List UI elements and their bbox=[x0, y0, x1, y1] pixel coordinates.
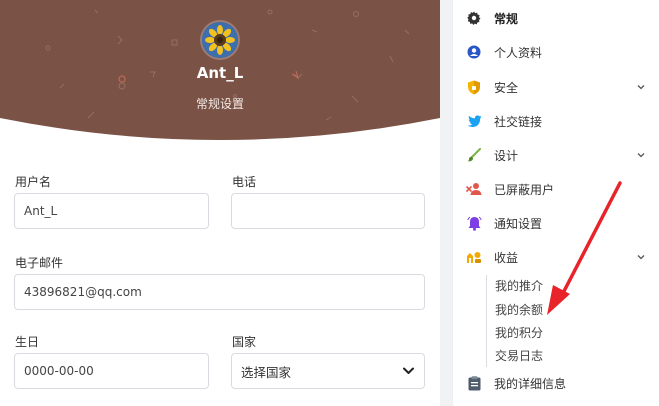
chevron-down-icon[interactable] bbox=[636, 150, 646, 160]
birthday-value: 0000-00-00 bbox=[24, 364, 94, 378]
sub-item-transaction-log[interactable]: 交易日志 bbox=[495, 347, 543, 364]
birthday-label: 生日 bbox=[15, 335, 40, 349]
chevron-down-icon[interactable] bbox=[636, 252, 646, 262]
username-value: Ant_L bbox=[24, 204, 58, 218]
sidebar-item-label: 我的详细信息 bbox=[494, 376, 567, 391]
username-field[interactable]: Ant_L bbox=[14, 193, 209, 229]
sidebar-item-general[interactable]: 常规 bbox=[453, 3, 659, 33]
chevron-down-icon[interactable] bbox=[636, 82, 646, 92]
country-label: 国家 bbox=[232, 335, 257, 349]
birthday-field[interactable]: 0000-00-00 bbox=[14, 353, 209, 389]
page-title: 常规设置 bbox=[195, 97, 244, 111]
settings-page: Ant_L 常规设置 用户名 Ant_L 电话 电子邮件 43896821@qq… bbox=[0, 0, 659, 406]
settings-sidebar: 常规 个人资料 安全 社交链接 设计 已屏蔽用户 通知设置 收益 我的推介 我的… bbox=[452, 0, 659, 406]
username-label: 用户名 bbox=[15, 175, 52, 189]
shield-icon bbox=[466, 79, 482, 95]
sidebar-item-profile[interactable]: 个人资料 bbox=[453, 37, 659, 67]
sidebar-item-label: 收益 bbox=[494, 250, 519, 265]
sidebar-item-label: 通知设置 bbox=[494, 216, 543, 231]
sunflower-avatar-icon bbox=[202, 22, 238, 58]
bell-icon bbox=[466, 215, 482, 231]
sidebar-item-notifications[interactable]: 通知设置 bbox=[453, 208, 659, 238]
sidebar-item-security[interactable]: 安全 bbox=[453, 72, 659, 102]
sidebar-item-label: 已屏蔽用户 bbox=[494, 182, 555, 197]
blocked-user-icon bbox=[466, 181, 482, 197]
brush-icon bbox=[466, 147, 482, 163]
sidebar-item-blocked-users[interactable]: 已屏蔽用户 bbox=[453, 174, 659, 204]
twitter-icon bbox=[466, 113, 482, 129]
sidebar-item-label: 社交链接 bbox=[494, 114, 543, 129]
sidebar-item-label: 个人资料 bbox=[494, 45, 543, 60]
earnings-icon bbox=[466, 249, 482, 265]
avatar[interactable] bbox=[202, 22, 238, 58]
sidebar-item-my-details[interactable]: 我的详细信息 bbox=[453, 368, 659, 398]
sidebar-item-label: 设计 bbox=[494, 148, 519, 163]
sub-item-balance[interactable]: 我的余额 bbox=[495, 301, 543, 318]
subnav-divider bbox=[486, 275, 487, 367]
email-label: 电子邮件 bbox=[15, 256, 64, 270]
sidebar-item-label: 常规 bbox=[494, 11, 519, 26]
email-field[interactable]: 43896821@qq.com bbox=[14, 274, 425, 310]
clipboard-icon bbox=[466, 375, 482, 391]
profile-banner: Ant_L 常规设置 bbox=[0, 0, 440, 150]
sub-item-referrals[interactable]: 我的推介 bbox=[495, 277, 543, 294]
country-select[interactable]: 选择国家 bbox=[231, 353, 425, 389]
sidebar-item-label: 安全 bbox=[494, 80, 519, 95]
general-settings-card: Ant_L 常规设置 用户名 Ant_L 电话 电子邮件 43896821@qq… bbox=[0, 0, 440, 406]
profile-name: Ant_L bbox=[196, 64, 244, 82]
chevron-down-icon bbox=[403, 367, 414, 374]
phone-field[interactable] bbox=[231, 193, 425, 229]
profile-icon bbox=[466, 44, 482, 60]
sidebar-item-social-links[interactable]: 社交链接 bbox=[453, 106, 659, 136]
gear-icon bbox=[466, 10, 482, 26]
sidebar-item-design[interactable]: 设计 bbox=[453, 140, 659, 170]
phone-label: 电话 bbox=[232, 175, 257, 189]
email-value: 43896821@qq.com bbox=[24, 285, 142, 299]
sub-item-points[interactable]: 我的积分 bbox=[495, 324, 543, 341]
country-selected: 选择国家 bbox=[241, 364, 292, 380]
sidebar-item-earnings[interactable]: 收益 bbox=[453, 242, 659, 272]
